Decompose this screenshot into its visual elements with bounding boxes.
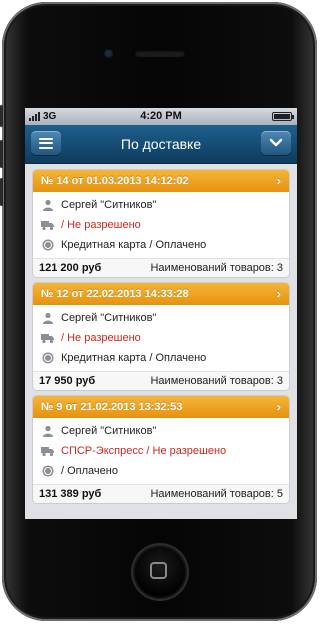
items-count: Наименований товаров: 5 bbox=[150, 488, 283, 500]
payment-status: Кредитная карта / Оплачено bbox=[61, 239, 207, 251]
payment-status: Кредитная карта / Оплачено bbox=[61, 352, 207, 364]
customer-row: Сергей "Ситников" bbox=[41, 421, 281, 441]
truck-icon bbox=[41, 331, 55, 345]
volume-up-button bbox=[0, 140, 3, 168]
customer-name: Сергей "Ситников" bbox=[61, 312, 157, 324]
order-header[interactable]: № 14 от 01.03.2013 14:12:02 › bbox=[33, 170, 289, 192]
battery-icon bbox=[272, 112, 294, 121]
user-icon bbox=[41, 311, 55, 325]
order-details: Сергей "Ситников" / Не разрешено Кредитн… bbox=[33, 305, 289, 371]
order-total: 17 950 руб bbox=[39, 375, 96, 387]
order-header[interactable]: № 9 от 21.02.2013 13:32:53 › bbox=[33, 396, 289, 418]
order-footer: 121 200 руб Наименований товаров: 3 bbox=[33, 258, 289, 277]
nav-bar: По доставке bbox=[25, 125, 297, 164]
order-header[interactable]: № 12 от 22.02.2013 14:33:28 › bbox=[33, 283, 289, 305]
dropdown-button[interactable] bbox=[261, 131, 291, 155]
payment-row: / Оплачено bbox=[41, 461, 281, 481]
front-camera bbox=[104, 49, 113, 58]
payment-row: Кредитная карта / Оплачено bbox=[41, 348, 281, 368]
coin-icon bbox=[41, 464, 55, 478]
user-icon bbox=[41, 198, 55, 212]
home-square-icon bbox=[150, 562, 167, 579]
order-card: № 14 от 01.03.2013 14:12:02 › Сергей "Си… bbox=[33, 170, 289, 277]
user-icon bbox=[41, 424, 55, 438]
chevron-right-icon: › bbox=[276, 399, 281, 414]
orders-list: № 14 от 01.03.2013 14:12:02 › Сергей "Си… bbox=[25, 164, 297, 503]
customer-row: Сергей "Ситников" bbox=[41, 308, 281, 328]
coin-icon bbox=[41, 238, 55, 252]
order-footer: 131 389 руб Наименований товаров: 5 bbox=[33, 484, 289, 503]
order-footer: 17 950 руб Наименований товаров: 3 bbox=[33, 371, 289, 390]
phone-device: 3G 4:20 PM По доставке № 14 от 01.03.201… bbox=[0, 0, 321, 625]
chevron-down-icon bbox=[269, 138, 283, 147]
order-details: Сергей "Ситников" СПСР-Экспресс / Не раз… bbox=[33, 418, 289, 484]
truck-icon bbox=[41, 444, 55, 458]
customer-name: Сергей "Ситников" bbox=[61, 425, 157, 437]
delivery-row: / Не разрешено bbox=[41, 328, 281, 348]
volume-down-button bbox=[0, 178, 3, 206]
order-details: Сергей "Ситников" / Не разрешено Кредитн… bbox=[33, 192, 289, 258]
delivery-status: / Не разрешено bbox=[61, 219, 141, 231]
chevron-right-icon: › bbox=[276, 286, 281, 301]
order-card: № 9 от 21.02.2013 13:32:53 › Сергей "Сит… bbox=[33, 396, 289, 503]
order-total: 131 389 руб bbox=[39, 488, 102, 500]
delivery-status: СПСР-Экспресс / Не разрешено bbox=[61, 445, 227, 457]
order-title: № 12 от 22.02.2013 14:33:28 bbox=[41, 288, 189, 300]
status-bar: 3G 4:20 PM bbox=[25, 108, 297, 125]
phone-screen: 3G 4:20 PM По доставке № 14 от 01.03.201… bbox=[25, 108, 297, 519]
page-title: По доставке bbox=[120, 136, 202, 152]
order-total: 121 200 руб bbox=[39, 262, 102, 274]
customer-name: Сергей "Ситников" bbox=[61, 199, 157, 211]
items-count: Наименований товаров: 3 bbox=[150, 375, 283, 387]
customer-row: Сергей "Ситников" bbox=[41, 195, 281, 215]
status-time: 4:20 PM bbox=[140, 110, 182, 122]
delivery-row: / Не разрешено bbox=[41, 215, 281, 235]
order-card: № 12 от 22.02.2013 14:33:28 › Сергей "Си… bbox=[33, 283, 289, 390]
delivery-row: СПСР-Экспресс / Не разрешено bbox=[41, 441, 281, 461]
payment-row: Кредитная карта / Оплачено bbox=[41, 235, 281, 255]
chevron-right-icon: › bbox=[276, 173, 281, 188]
menu-icon bbox=[39, 137, 53, 149]
order-title: № 9 от 21.02.2013 13:32:53 bbox=[41, 401, 183, 413]
menu-button[interactable] bbox=[31, 131, 61, 155]
truck-icon bbox=[41, 218, 55, 232]
mute-switch bbox=[0, 105, 3, 127]
items-count: Наименований товаров: 3 bbox=[150, 262, 283, 274]
order-title: № 14 от 01.03.2013 14:12:02 bbox=[41, 175, 189, 187]
earpiece-speaker bbox=[135, 50, 185, 57]
delivery-status: / Не разрешено bbox=[61, 332, 141, 344]
coin-icon bbox=[41, 351, 55, 365]
payment-status: / Оплачено bbox=[61, 465, 118, 477]
